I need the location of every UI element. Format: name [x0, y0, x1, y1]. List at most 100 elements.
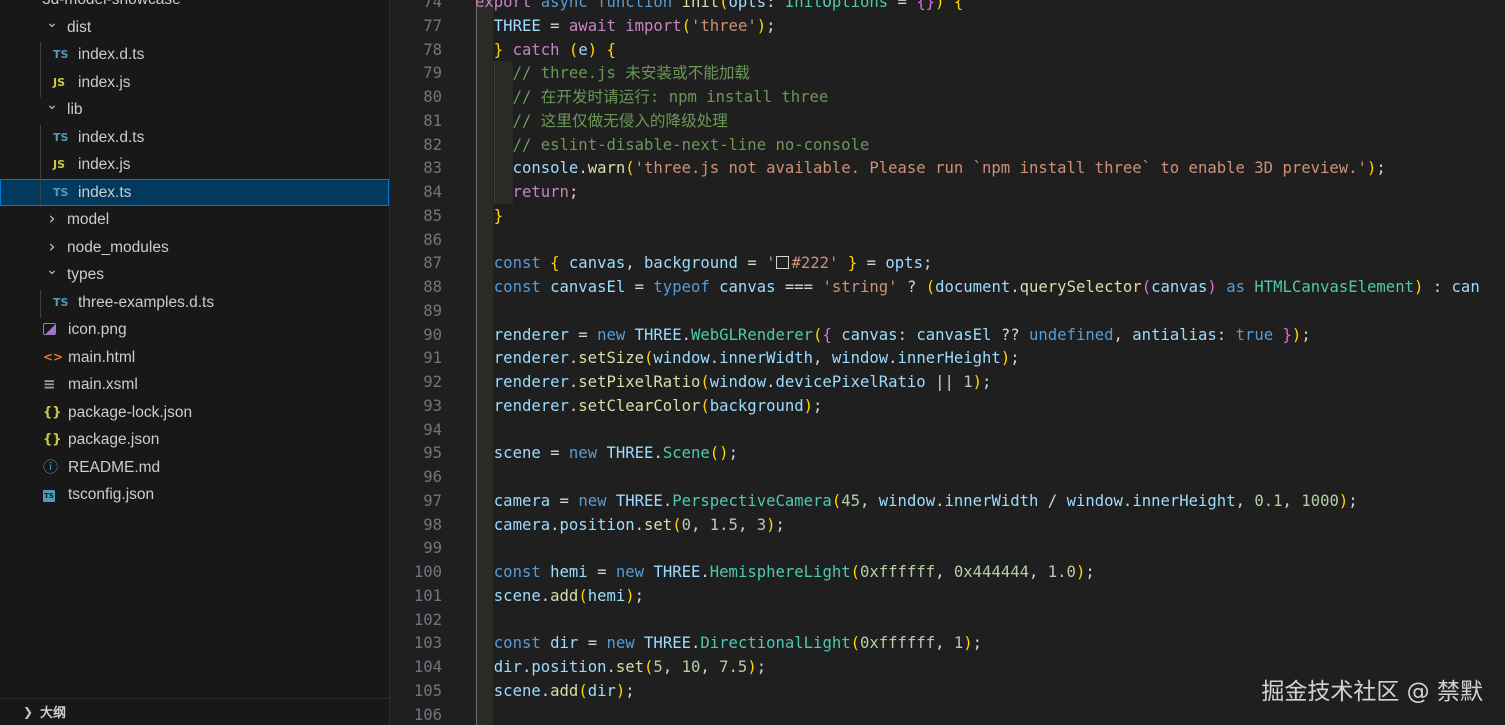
- tree-item-label: package-lock.json: [68, 403, 193, 421]
- chevron-down-icon: ⌄: [46, 97, 58, 113]
- code-line[interactable]: 92 renderer.setPixelRatio(window.devicePi…: [390, 370, 1505, 394]
- line-number: 83: [423, 159, 442, 178]
- line-number: 82: [423, 135, 442, 154]
- code-line[interactable]: 80 // 在开发时请运行: npm install three: [390, 85, 1505, 109]
- code-line[interactable]: 85}: [390, 204, 1505, 228]
- tree-file-readme-md[interactable]: ⓘ README.md: [0, 454, 389, 481]
- code-text: // 在开发时请运行: npm install three: [512, 88, 829, 106]
- code-editor[interactable]: 74 export async function init(opts: InitO…: [390, 0, 1505, 725]
- color-swatch-icon: [775, 256, 789, 270]
- code-text: }: [493, 206, 504, 225]
- tree-item-label: index.js: [78, 156, 131, 173]
- code-line[interactable]: 88 const canvasEl = typeof canvas === 'st…: [390, 275, 1505, 299]
- json-file-icon: {}: [43, 404, 62, 420]
- outline-section-header[interactable]: ❯ 大纲: [0, 698, 389, 725]
- code-line[interactable]: 97 camera = new THREE.PerspectiveCamera(4…: [390, 489, 1505, 513]
- line-number: 94: [423, 420, 442, 439]
- tree-file-index-js[interactable]: JS index.js: [0, 69, 389, 96]
- tree-item-label: icon.png: [68, 321, 127, 338]
- code-line[interactable]: 93 renderer.setClearColor(background);: [390, 394, 1505, 418]
- tree-file-icon-png[interactable]: icon.png: [0, 316, 389, 343]
- tree-folder-dist[interactable]: ⌄ dist: [0, 14, 389, 41]
- code-line[interactable]: 87 const { canvas, background = ' #222' } …: [390, 251, 1505, 275]
- tree-file-main-xsml[interactable]: ≡ main.xsml: [0, 371, 389, 398]
- tree-folder-lib[interactable]: ⌄ lib: [0, 96, 389, 123]
- tree-item-label: index.js: [78, 73, 131, 91]
- tree-item-label: main.xsml: [68, 376, 138, 393]
- js-file-icon: JS: [53, 158, 66, 171]
- code-line[interactable]: 78} catch (e) {: [390, 38, 1505, 62]
- tree-folder-3d-model-showcase[interactable]: ⌄ 3d-model-showcase: [0, 0, 389, 13]
- code-line[interactable]: 91 renderer.setSize(window.innerWidth, wi…: [390, 346, 1505, 370]
- code-line[interactable]: 100 const hemi = new THREE.HemisphereLigh…: [390, 560, 1505, 584]
- line-number: 84: [423, 183, 442, 201]
- line-number: 102: [413, 610, 442, 629]
- code-text: const { canvas, background = ' #222' } = …: [493, 254, 933, 273]
- code-text: renderer.setPixelRatio(window.devicePixe…: [493, 373, 992, 391]
- line-number: 106: [413, 705, 442, 724]
- tree-file-index-ts[interactable]: TS index.ts: [0, 178, 389, 206]
- line-number: 85: [423, 206, 442, 225]
- line-number: 91: [423, 349, 442, 368]
- code-line[interactable]: 103 const dir = new THREE.DirectionalLigh…: [390, 631, 1505, 655]
- tree-indent-guide: [40, 125, 41, 207]
- code-line[interactable]: 82 // eslint-disable-next-line no-console: [390, 133, 1505, 157]
- line-number: 95: [423, 444, 442, 463]
- tree-item-label: index.d.ts: [78, 128, 145, 146]
- tree-file-main-html[interactable]: <> main.html: [0, 344, 389, 371]
- line-number: 97: [423, 491, 442, 510]
- img-file-icon: [43, 316, 63, 343]
- tree-folder-types[interactable]: ⌄ types: [0, 261, 389, 288]
- line-number: 104: [413, 658, 442, 676]
- code-line[interactable]: 96: [390, 465, 1505, 489]
- line-number: 99: [423, 539, 442, 558]
- line-number: 81: [423, 111, 442, 130]
- line-number: 78: [423, 40, 442, 59]
- tsconfig-file-icon: TS: [43, 490, 55, 502]
- tree-file-package-lock-json[interactable]: {} package-lock.json: [0, 399, 389, 426]
- tree-item-label: index.d.ts: [78, 46, 145, 63]
- line-number: 89: [423, 301, 442, 320]
- code-line[interactable]: 77 THREE = await import('three');: [390, 14, 1505, 38]
- code-text: renderer.setSize(window.innerWidth, wind…: [493, 349, 1020, 368]
- code-text: THREE = await import('three');: [493, 16, 776, 35]
- tree-file-index-d-ts[interactable]: TS index.d.ts: [0, 124, 389, 151]
- code-line[interactable]: 83 console.warn('three.js not available. …: [390, 156, 1505, 180]
- code-text: // 这里仅做无侵入的降级处理: [512, 111, 728, 130]
- tree-folder-model[interactable]: › model: [0, 206, 389, 233]
- tree-folder-node-modules[interactable]: › node_modules: [0, 234, 389, 261]
- code-line[interactable]: 99: [390, 536, 1505, 560]
- code-line[interactable]: 74 export async function init(opts: InitO…: [390, 0, 1505, 14]
- line-number: 98: [423, 515, 442, 534]
- tree-item-label: model: [67, 211, 110, 228]
- code-line[interactable]: 89: [390, 299, 1505, 323]
- code-text: return;: [512, 183, 579, 201]
- chevron-down-icon: ⌄: [46, 14, 58, 31]
- code-line[interactable]: 90 renderer = new THREE.WebGLRenderer({ c…: [390, 323, 1505, 347]
- tree-file-index-js[interactable]: JS index.js: [0, 151, 389, 178]
- line-number: 86: [423, 230, 442, 249]
- code-line[interactable]: 94: [390, 418, 1505, 442]
- code-line[interactable]: 102: [390, 608, 1505, 632]
- code-line[interactable]: 98 camera.position.set(0, 1.5, 3);: [390, 513, 1505, 537]
- code-line[interactable]: 84 return;: [390, 180, 1505, 204]
- code-text: renderer.setClearColor(background);: [493, 396, 823, 415]
- code-text: camera = new THREE.PerspectiveCamera(45,…: [493, 491, 1358, 510]
- tree-file-index-d-ts[interactable]: TS index.d.ts: [0, 41, 389, 68]
- code-line[interactable]: 86: [390, 228, 1505, 252]
- code-line[interactable]: 81 // 这里仅做无侵入的降级处理: [390, 109, 1505, 133]
- html-file-icon: <>: [43, 349, 64, 364]
- tree-item-label: 3d-model-showcase: [42, 0, 181, 13]
- tree-file-package-json[interactable]: {} package.json: [0, 426, 389, 453]
- code-text: scene.add(dir);: [493, 681, 635, 700]
- code-line[interactable]: 95 scene = new THREE.Scene();: [390, 441, 1505, 465]
- tree-file-three-examples-d-ts[interactable]: TS three-examples.d.ts: [0, 289, 389, 316]
- watermark: 掘金技术社区 @ 禁默: [1261, 679, 1483, 705]
- code-line[interactable]: 101 scene.add(hemi);: [390, 584, 1505, 608]
- line-number: 96: [423, 468, 442, 486]
- tree-indent-guide: [40, 290, 41, 318]
- tree-file-tsconfig-json[interactable]: TS tsconfig.json: [0, 481, 389, 508]
- line-number: 77: [423, 16, 442, 35]
- tree-item-label: types: [67, 266, 105, 283]
- code-line[interactable]: 79 // three.js 未安装或不能加载: [390, 61, 1505, 85]
